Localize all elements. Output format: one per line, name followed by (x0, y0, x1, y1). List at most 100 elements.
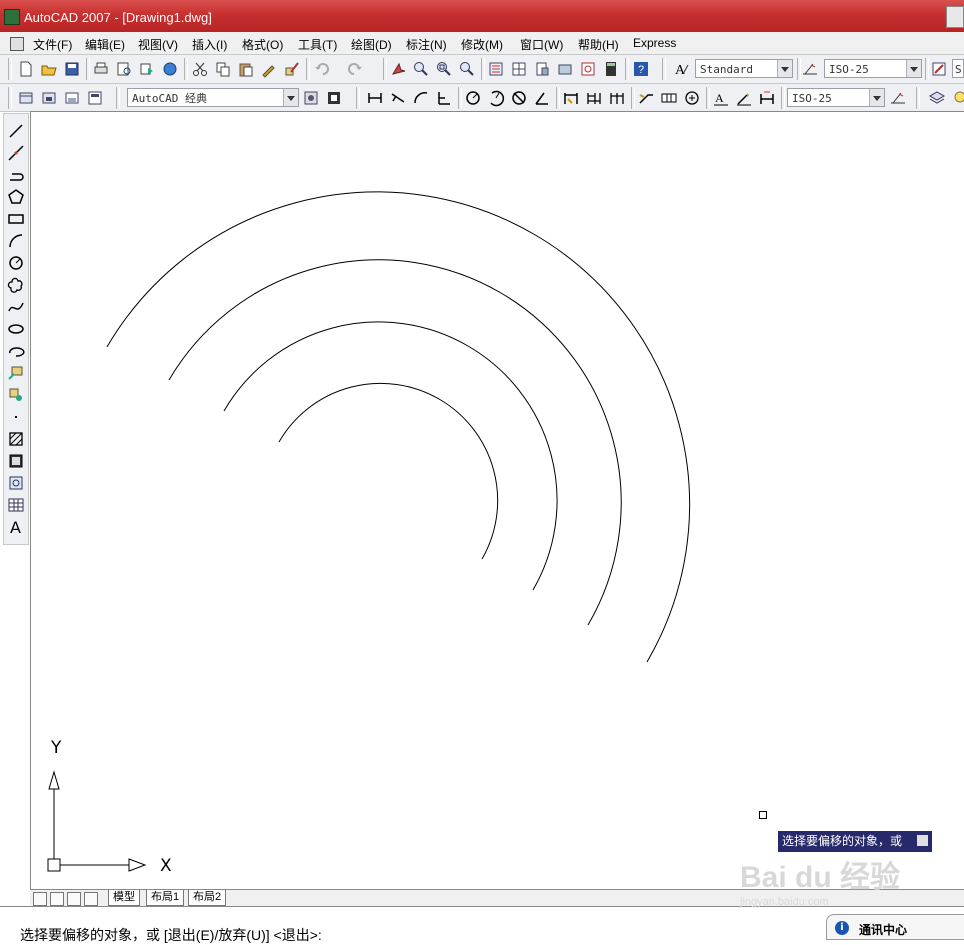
tab-next-icon[interactable] (67, 892, 81, 906)
table-icon[interactable] (7, 496, 25, 514)
menu-format[interactable]: 格式(O) (242, 36, 283, 53)
design-center-icon[interactable] (510, 60, 528, 78)
cut-icon[interactable] (191, 60, 209, 78)
line-icon[interactable] (7, 122, 25, 140)
workspace-layout-icon[interactable] (63, 89, 81, 107)
multiline-text-icon[interactable]: A (7, 518, 25, 537)
table-style-select[interactable]: S (952, 59, 964, 78)
jogged-dimension-icon[interactable] (487, 89, 505, 107)
window-control-button[interactable] (946, 6, 964, 28)
redo-icon[interactable] (346, 60, 364, 78)
publish-icon[interactable] (138, 60, 156, 78)
plot-icon[interactable] (92, 60, 110, 78)
tab-model[interactable]: 模型 (108, 890, 140, 906)
light-bulb-icon[interactable] (951, 89, 964, 107)
chevron-down-icon[interactable] (869, 89, 884, 106)
dwf-icon[interactable] (161, 60, 179, 78)
make-block-icon[interactable] (7, 386, 25, 404)
autocad-app-icon[interactable] (4, 9, 20, 25)
rectangle-icon[interactable] (7, 210, 25, 228)
open-folder-icon[interactable] (40, 60, 58, 78)
revision-cloud-icon[interactable] (7, 276, 25, 294)
tab-layout1[interactable]: 布局1 (146, 890, 185, 906)
ellipse-icon[interactable] (7, 320, 25, 338)
workspace-gear-icon[interactable] (302, 89, 320, 107)
dimension-style-manager-icon[interactable] (889, 89, 907, 107)
undo-icon[interactable] (313, 60, 331, 78)
hatch-icon[interactable] (7, 430, 25, 448)
dimension-edit-icon[interactable]: A (712, 89, 730, 107)
baseline-dimension-icon[interactable] (585, 89, 603, 107)
polyline-icon[interactable] (7, 166, 25, 184)
dimension-update-icon[interactable] (758, 89, 776, 107)
linear-dimension-icon[interactable] (366, 89, 384, 107)
aligned-dimension-icon[interactable] (389, 89, 407, 107)
calculator-icon[interactable] (602, 60, 620, 78)
spline-icon[interactable] (7, 298, 25, 316)
arc-icon[interactable] (7, 232, 25, 250)
circle-icon[interactable] (7, 254, 25, 272)
quick-dimension-icon[interactable] (562, 89, 580, 107)
dimension-text-edit-icon[interactable] (735, 89, 753, 107)
tolerance-icon[interactable] (660, 89, 678, 107)
help-icon[interactable]: ? (632, 60, 650, 78)
tool-palettes-icon[interactable] (533, 60, 551, 78)
center-mark-icon[interactable] (683, 89, 701, 107)
text-style-icon[interactable]: A (672, 60, 690, 78)
ellipse-arc-icon[interactable] (7, 342, 25, 360)
menu-tools[interactable]: 工具(T) (298, 36, 337, 53)
workspace-toolbars-icon[interactable] (86, 89, 104, 107)
ordinate-dimension-icon[interactable] (435, 89, 453, 107)
region-icon[interactable] (7, 474, 25, 492)
block-editor-icon[interactable] (283, 60, 301, 78)
menu-dimension[interactable]: 标注(N) (406, 36, 447, 53)
polygon-icon[interactable] (7, 188, 25, 206)
paste-icon[interactable] (237, 60, 255, 78)
zoom-previous-icon[interactable] (458, 60, 476, 78)
properties-icon[interactable] (487, 60, 505, 78)
communication-center[interactable]: i 通讯中心 (826, 914, 964, 940)
dimension-style-icon[interactable] (801, 60, 819, 78)
document-icon[interactable] (10, 37, 24, 51)
chevron-down-icon[interactable] (906, 60, 921, 77)
layers-icon[interactable] (928, 89, 946, 107)
offset-arc-3[interactable] (168, 259, 622, 626)
table-style-icon[interactable] (930, 60, 948, 78)
workspace-lock-icon[interactable] (325, 89, 343, 107)
point-icon[interactable] (7, 408, 25, 426)
chevron-down-icon[interactable] (283, 89, 298, 106)
match-properties-icon[interactable] (260, 60, 278, 78)
text-style-select[interactable]: Standard (695, 59, 793, 78)
offset-arc-1[interactable] (278, 382, 499, 560)
tooltip-options-arrow-icon[interactable] (917, 835, 928, 846)
dimension-style-select[interactable]: ISO-25 (824, 59, 922, 78)
pan-icon[interactable] (389, 60, 407, 78)
tab-first-icon[interactable] (33, 892, 47, 906)
menu-edit[interactable]: 编辑(E) (85, 36, 125, 53)
copy-icon[interactable] (214, 60, 232, 78)
menu-view[interactable]: 视图(V) (138, 36, 178, 53)
sheet-set-icon[interactable] (556, 60, 574, 78)
workspace-save-icon[interactable] (40, 89, 58, 107)
plot-preview-icon[interactable] (115, 60, 133, 78)
gradient-icon[interactable] (7, 452, 25, 470)
construction-line-icon[interactable] (7, 144, 25, 162)
zoom-window-icon[interactable] (435, 60, 453, 78)
tab-last-icon[interactable] (84, 892, 98, 906)
dimension-style-select-2[interactable]: ISO-25 (787, 88, 885, 107)
menu-express[interactable]: Express (633, 36, 676, 50)
offset-arc-2[interactable] (223, 321, 558, 591)
angular-dimension-icon[interactable] (533, 89, 551, 107)
drawing-area[interactable]: Y X (30, 111, 964, 890)
zoom-realtime-icon[interactable] (412, 60, 430, 78)
tab-layout2[interactable]: 布局2 (188, 890, 227, 906)
save-icon[interactable] (63, 60, 81, 78)
menu-file[interactable]: 文件(F) (33, 36, 72, 53)
menu-help[interactable]: 帮助(H) (578, 36, 619, 53)
radius-dimension-icon[interactable] (464, 89, 482, 107)
menu-window[interactable]: 窗口(W) (520, 36, 563, 53)
arc-length-icon[interactable] (412, 89, 430, 107)
offset-arc-4[interactable] (106, 191, 691, 663)
workspace-settings-icon[interactable] (17, 89, 35, 107)
tab-prev-icon[interactable] (50, 892, 64, 906)
